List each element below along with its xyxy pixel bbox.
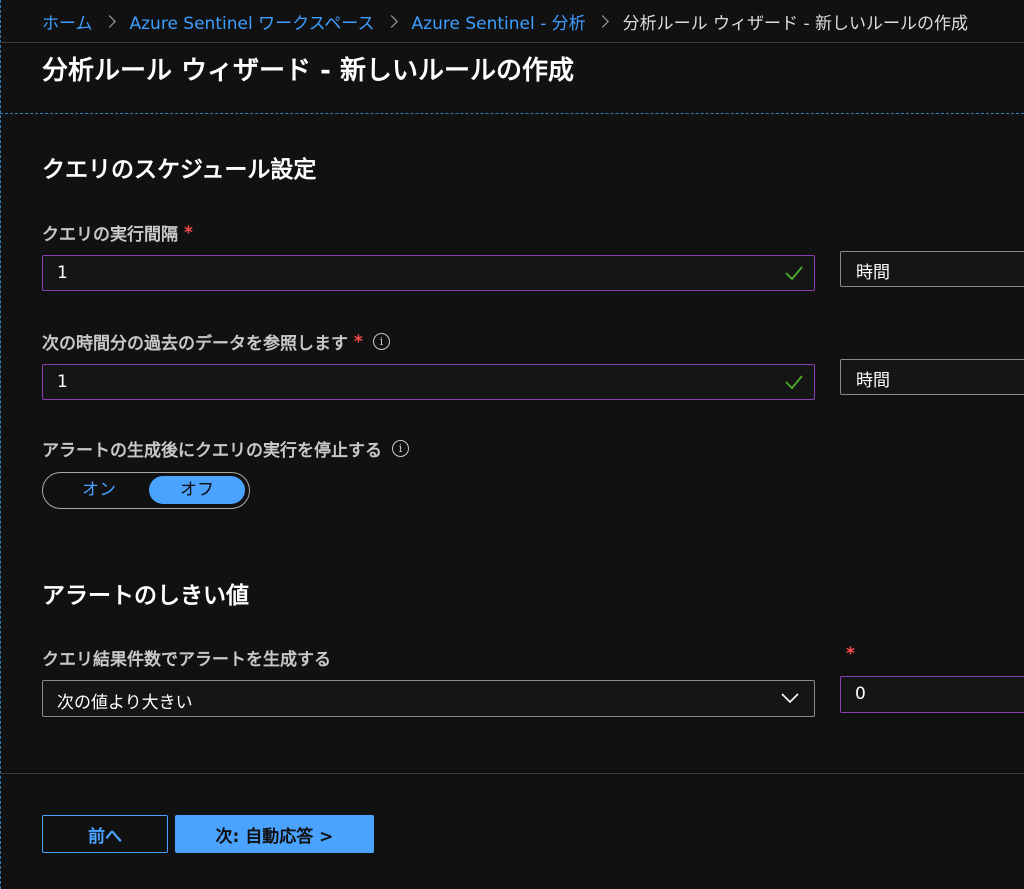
lookback-unit-select[interactable]: 時間 — [840, 359, 1024, 395]
lookback-label: 次の時間分の過去のデータを参照します * i — [42, 329, 390, 354]
chevron-right-icon — [384, 14, 398, 28]
run-interval-label-text: クエリの実行間隔 — [42, 225, 178, 245]
section-title-schedule: クエリのスケジュール設定 — [42, 157, 317, 183]
lookback-input[interactable]: 1 — [42, 364, 815, 400]
run-interval-label: クエリの実行間隔 * — [42, 220, 193, 246]
chevron-down-icon — [781, 693, 799, 704]
breadcrumb-link-analytics[interactable]: Azure Sentinel - 分析 — [412, 9, 586, 34]
breadcrumb-current: 分析ルール ウィザード - 新しいルールの作成 — [622, 13, 969, 34]
toggle-option-on[interactable]: オン — [51, 476, 147, 504]
lookback-label-text: 次の時間分の過去のデータを参照します — [42, 334, 348, 354]
required-mark: * — [354, 331, 363, 352]
run-interval-unit-select[interactable]: 時間 — [840, 251, 1024, 287]
breadcrumb-link-workspaces[interactable]: Azure Sentinel ワークスペース — [130, 9, 375, 34]
breadcrumb-link-home[interactable]: ホーム — [42, 9, 93, 34]
previous-button[interactable]: 前へ — [42, 815, 168, 853]
threshold-value: 0 — [855, 684, 866, 704]
lookback-unit-value: 時間 — [856, 371, 890, 391]
info-icon[interactable]: i — [392, 440, 409, 457]
lookback-value: 1 — [57, 372, 68, 392]
run-interval-unit-value: 時間 — [856, 263, 890, 283]
threshold-label: クエリ結果件数でアラートを生成する — [42, 645, 331, 670]
suppression-label: アラートの生成後にクエリの実行を停止する i — [42, 436, 409, 461]
required-mark: * — [846, 644, 855, 664]
checkmark-icon — [785, 266, 803, 281]
breadcrumb: ホーム Azure Sentinel ワークスペース Azure Sentine… — [42, 8, 968, 34]
threshold-operator-select[interactable]: 次の値より大きい — [42, 680, 815, 717]
footer-divider — [0, 773, 1024, 774]
threshold-operator-value: 次の値より大きい — [57, 693, 193, 713]
run-interval-value: 1 — [57, 263, 68, 283]
section-title-threshold: アラートのしきい値 — [42, 583, 249, 609]
page-title: 分析ルール ウィザード - 新しいルールの作成 — [42, 56, 574, 86]
chevron-right-icon — [595, 14, 609, 28]
next-automated-response-button[interactable]: 次: 自動応答 > — [175, 815, 374, 853]
threshold-label-text: クエリ結果件数でアラートを生成する — [42, 650, 331, 670]
chevron-right-icon — [102, 14, 116, 28]
suppression-toggle[interactable]: オン オフ — [42, 472, 250, 509]
focus-outline-top — [0, 113, 1024, 114]
suppression-label-text: アラートの生成後にクエリの実行を停止する — [42, 441, 382, 461]
header-divider — [0, 42, 1024, 43]
run-interval-input[interactable]: 1 — [42, 255, 815, 291]
checkmark-icon — [785, 375, 803, 390]
info-icon[interactable]: i — [372, 333, 390, 350]
toggle-option-off[interactable]: オフ — [149, 476, 245, 504]
threshold-value-input[interactable]: 0 — [840, 676, 1024, 713]
required-mark: * — [184, 222, 193, 243]
focus-outline-left — [0, 0, 1, 889]
